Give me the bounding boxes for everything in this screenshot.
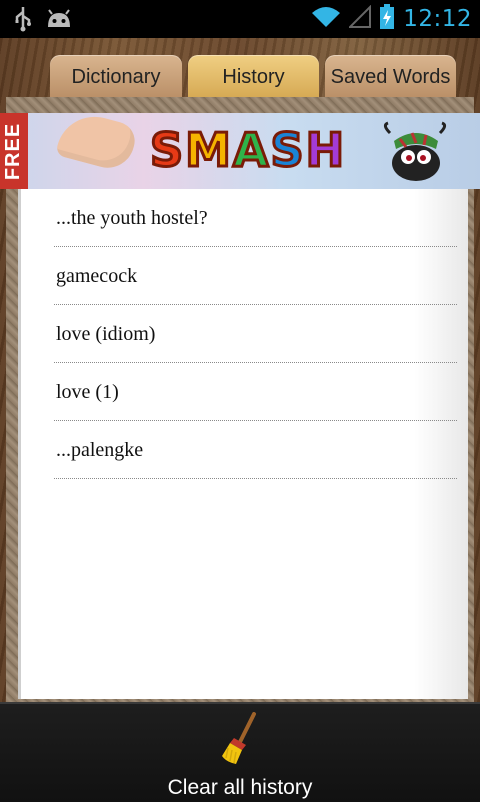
clear-history-button[interactable]: Clear all history — [0, 776, 480, 800]
panel-edge — [18, 189, 21, 699]
tab-dictionary[interactable]: Dictionary — [50, 55, 182, 99]
android-icon — [46, 9, 72, 33]
broom-icon[interactable] — [220, 712, 262, 766]
status-system: 12:12 — [311, 4, 472, 34]
tab-saved-words[interactable]: Saved Words — [325, 55, 456, 99]
ad-banner[interactable]: FREE SMASH — [0, 113, 480, 189]
history-item[interactable]: ...palengke — [54, 422, 457, 479]
tab-history[interactable]: History — [188, 55, 319, 99]
free-label: FREE — [0, 113, 28, 189]
ad-brand-logo: SMASH — [148, 122, 347, 179]
signal-icon — [347, 4, 372, 33]
history-item[interactable]: ...the youth hostel? — [54, 190, 457, 247]
history-item[interactable]: gamecock — [54, 248, 457, 305]
bottom-action-bar: Clear all history — [0, 702, 480, 802]
finger-graphic — [55, 113, 139, 174]
usb-icon — [14, 6, 32, 36]
wifi-icon — [311, 5, 341, 33]
status-notifications — [14, 6, 72, 36]
history-list: ...the youth hostel? gamecock love (idio… — [54, 190, 457, 480]
tab-bar: Dictionary History Saved Words — [50, 55, 460, 99]
history-item[interactable]: love (1) — [54, 364, 457, 421]
battery-charging-icon — [379, 4, 395, 34]
history-item[interactable]: love (idiom) — [54, 306, 457, 363]
status-clock: 12:12 — [403, 6, 472, 32]
bug-mascot-icon — [380, 121, 450, 183]
status-bar: 12:12 — [0, 0, 480, 38]
